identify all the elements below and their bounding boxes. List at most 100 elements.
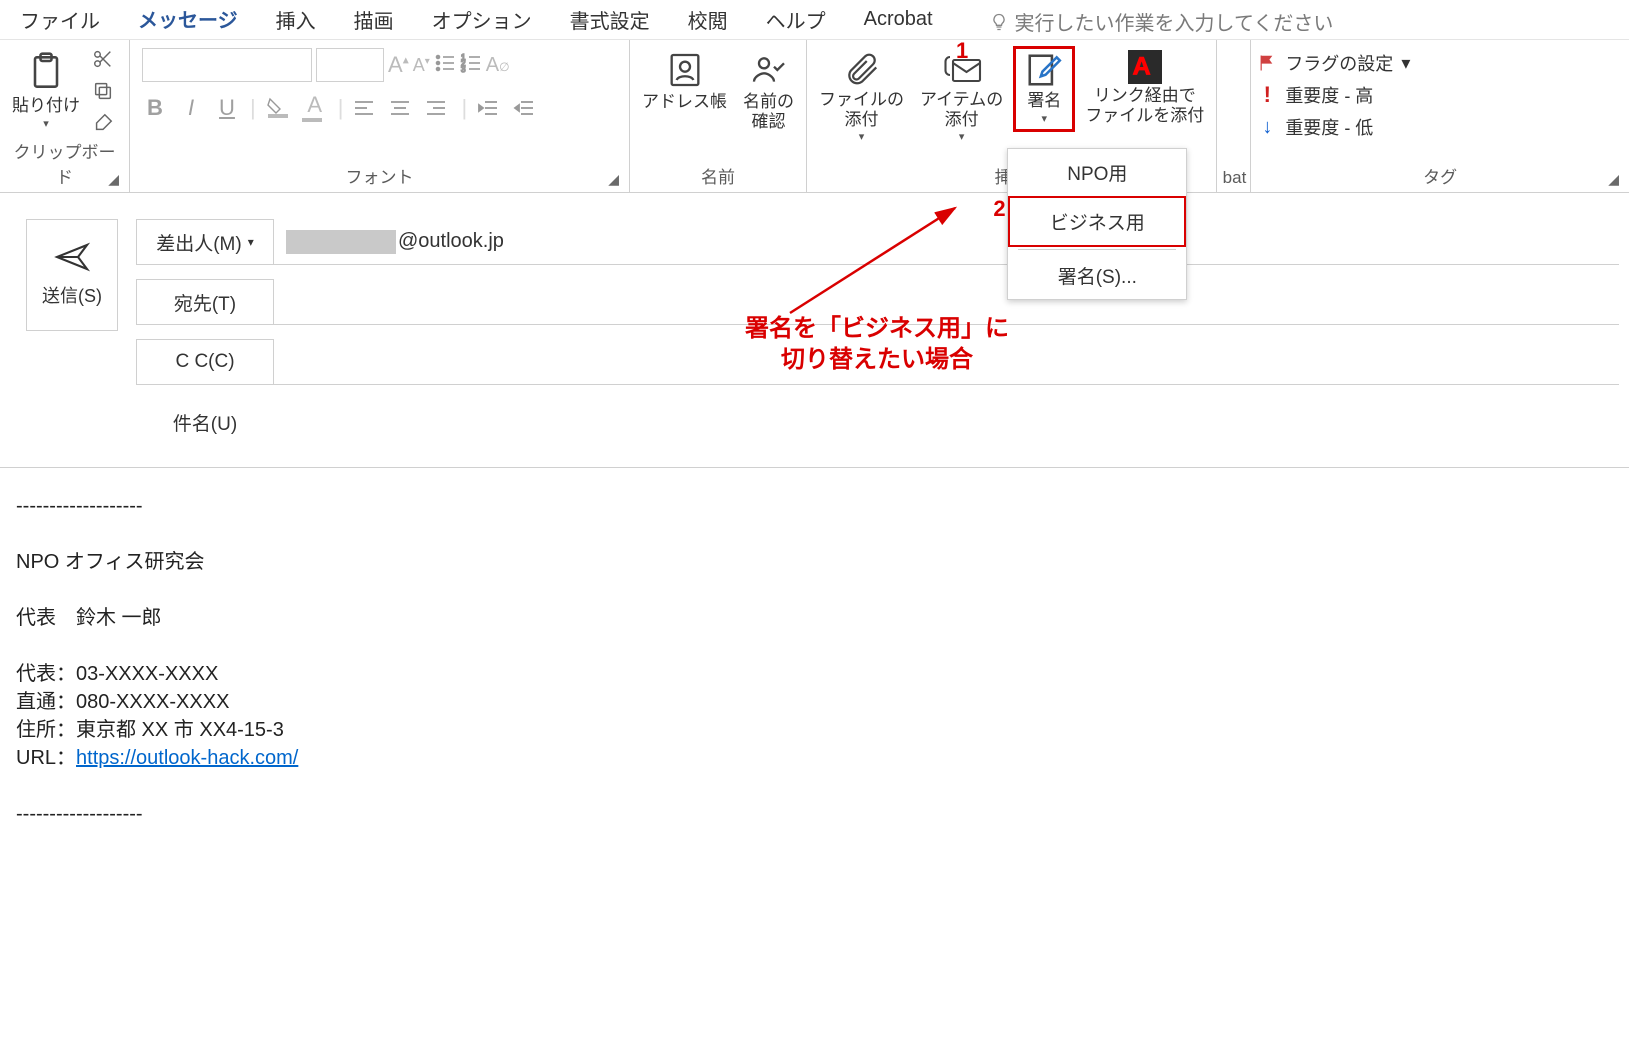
- chevron-down-icon: ▾: [1401, 53, 1410, 74]
- paste-label: 貼り付け: [12, 96, 80, 116]
- group-acrobat-partial: bat: [1217, 40, 1251, 192]
- shrink-font-button[interactable]: A▾: [413, 55, 430, 76]
- exclamation-icon: !: [1257, 82, 1277, 108]
- adobe-icon: [1128, 50, 1162, 84]
- indent-button[interactable]: [513, 98, 539, 118]
- subject-label: 件名(U): [136, 409, 274, 436]
- tell-me-search[interactable]: 実行したい作業を入力してください: [989, 7, 1334, 36]
- signature-dropdown: NPO用 ビジネス用 署名(S)...: [1007, 148, 1187, 300]
- clear-formatting-button[interactable]: A∅: [486, 54, 510, 77]
- signature-button[interactable]: 署名 ▾: [1013, 46, 1075, 132]
- follow-up-button[interactable]: フラグの設定 ▾: [1257, 50, 1410, 76]
- annotation-number-2: 2: [993, 196, 1005, 222]
- tab-review[interactable]: 校閲: [686, 0, 730, 44]
- outdent-button[interactable]: [477, 98, 503, 118]
- paste-button[interactable]: 貼り付け ▾: [6, 46, 86, 134]
- numbering-button[interactable]: 123: [460, 52, 482, 79]
- highlight-button[interactable]: [266, 97, 292, 119]
- body-tel2: 直通：080-XXXX-XXXX: [16, 691, 229, 713]
- group-clipboard-label: クリップボード: [14, 143, 116, 187]
- tell-me-placeholder: 実行したい作業を入力してください: [1015, 7, 1334, 36]
- font-color-button[interactable]: A: [302, 92, 328, 124]
- send-button[interactable]: 送信(S): [26, 219, 118, 331]
- mail-body[interactable]: ------------------- NPO オフィス研究会 代表 鈴木 一郎…: [0, 468, 1629, 852]
- tab-format[interactable]: 書式設定: [568, 0, 652, 44]
- send-label: 送信(S): [42, 282, 102, 308]
- svg-text:3: 3: [461, 65, 466, 74]
- numbering-icon: 123: [460, 52, 482, 74]
- from-label: 差出人(M): [156, 229, 241, 256]
- italic-button[interactable]: I: [178, 95, 204, 121]
- group-font-label: フォント: [346, 168, 414, 187]
- tab-options[interactable]: オプション: [430, 0, 534, 44]
- annotation-number-1: 1: [956, 38, 968, 64]
- grow-font-button[interactable]: A▴: [388, 52, 409, 78]
- indent-icon: [513, 98, 535, 118]
- tab-message[interactable]: メッセージ: [136, 0, 240, 46]
- subject-field[interactable]: [274, 399, 1619, 445]
- check-names-icon: [749, 50, 789, 90]
- lightbulb-icon: [989, 12, 1009, 32]
- body-addr: 住所：東京都 XX 市 XX4-15-3: [16, 719, 284, 741]
- highlight-icon: [266, 97, 290, 119]
- attach-file-button[interactable]: ファイルの 添付 ▾: [813, 46, 910, 148]
- group-font: A▴ A▾ 123 A∅ B I U | A | |: [130, 40, 630, 192]
- bold-button[interactable]: B: [142, 95, 168, 121]
- send-icon: [54, 242, 90, 272]
- dialog-launcher-icon[interactable]: ◢: [608, 171, 619, 188]
- chevron-down-icon: ▾: [43, 118, 49, 131]
- body-org: NPO オフィス研究会: [16, 551, 205, 573]
- group-tags: フラグの設定 ▾ ! 重要度 - 高 ↓ 重要度 - 低 タグ ◢: [1251, 40, 1629, 192]
- underline-button[interactable]: U: [214, 95, 240, 121]
- attach-item-label: アイテムの 添付: [920, 90, 1003, 129]
- signature-option-npo[interactable]: NPO用: [1008, 149, 1186, 196]
- address-book-icon: [665, 50, 705, 90]
- to-button[interactable]: 宛先(T): [136, 279, 274, 325]
- align-left-button[interactable]: [353, 98, 379, 118]
- check-names-button[interactable]: 名前の 確認: [737, 46, 800, 135]
- copy-icon: [92, 80, 114, 102]
- cc-button[interactable]: C C(C): [136, 339, 274, 385]
- brush-icon: [92, 112, 114, 134]
- signature-settings[interactable]: 署名(S)...: [1008, 252, 1186, 299]
- align-center-button[interactable]: [389, 98, 415, 118]
- body-name: 代表 鈴木 一郎: [16, 607, 162, 629]
- dialog-launcher-icon[interactable]: ◢: [1608, 171, 1619, 188]
- tab-insert[interactable]: 挿入: [274, 0, 318, 44]
- tab-help[interactable]: ヘルプ: [764, 0, 828, 44]
- from-button[interactable]: 差出人(M) ▾: [136, 219, 274, 265]
- redacted-block: [286, 230, 396, 254]
- align-right-button[interactable]: [425, 98, 451, 118]
- body-tel1: 代表：03-XXXX-XXXX: [16, 663, 218, 685]
- importance-low-button[interactable]: ↓ 重要度 - 低: [1257, 114, 1410, 140]
- align-center-icon: [389, 98, 411, 118]
- signature-option-business[interactable]: ビジネス用: [1008, 196, 1186, 247]
- importance-high-button[interactable]: ! 重要度 - 高: [1257, 82, 1410, 108]
- font-size-dropdown[interactable]: [316, 48, 384, 82]
- group-insert: ファイルの 添付 ▾ アイテムの 添付 ▾ 署名 ▾ NPO用 ビジネス用: [807, 40, 1217, 192]
- paperclip-icon: [843, 50, 881, 88]
- align-right-icon: [425, 98, 447, 118]
- dialog-launcher-icon[interactable]: ◢: [108, 171, 119, 188]
- tab-file[interactable]: ファイル: [18, 0, 102, 44]
- arrow-down-icon: ↓: [1257, 116, 1277, 139]
- link-attach-button[interactable]: リンク経由で ファイルを添付: [1079, 46, 1210, 129]
- font-name-dropdown[interactable]: [142, 48, 312, 82]
- menu-tabs: ファイル メッセージ 挿入 描画 オプション 書式設定 校閲 ヘルプ Acrob…: [0, 0, 1629, 40]
- scissors-icon: [92, 48, 114, 70]
- bullets-icon: [434, 52, 456, 74]
- body-url-link[interactable]: https://outlook-hack.com/: [76, 747, 298, 769]
- tab-draw[interactable]: 描画: [352, 0, 396, 44]
- clipboard-icon: [24, 50, 68, 94]
- chevron-down-icon: ▾: [248, 235, 254, 249]
- signature-label: 署名: [1027, 91, 1061, 111]
- address-book-button[interactable]: アドレス帳: [636, 46, 733, 116]
- tab-acrobat[interactable]: Acrobat: [862, 2, 935, 41]
- bullets-button[interactable]: [434, 52, 456, 79]
- format-painter-button[interactable]: [90, 110, 116, 136]
- signature-icon: [1025, 51, 1063, 89]
- cut-button[interactable]: [90, 46, 116, 72]
- ribbon: 1 貼り付け ▾ クリップボード ◢: [0, 40, 1629, 193]
- copy-button[interactable]: [90, 78, 116, 104]
- attach-file-label: ファイルの 添付: [819, 90, 904, 129]
